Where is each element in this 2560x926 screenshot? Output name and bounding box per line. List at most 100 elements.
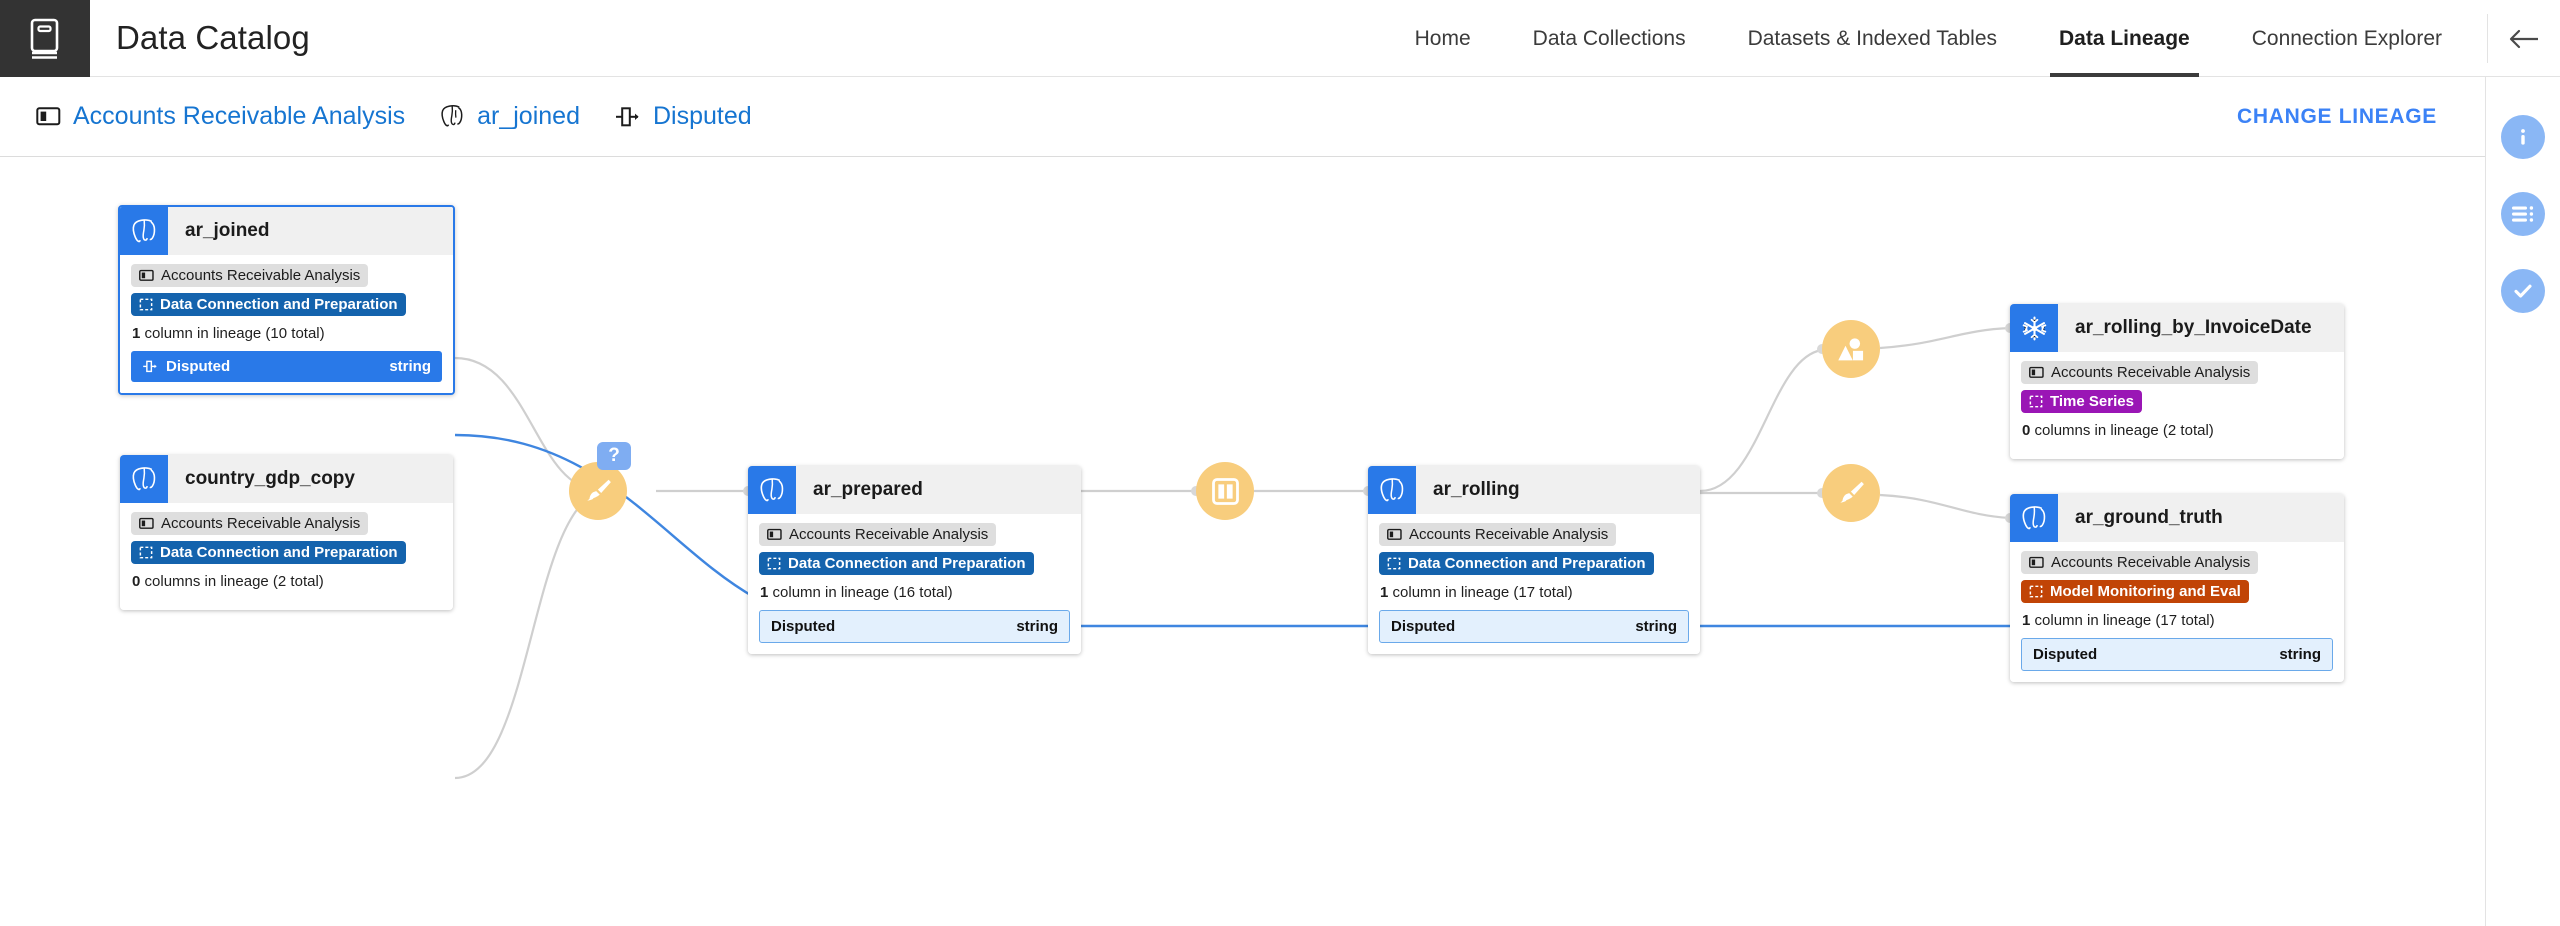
node-header: ar_prepared: [748, 466, 1081, 514]
validation-button[interactable]: [2501, 269, 2545, 313]
change-lineage-button[interactable]: CHANGE LINEAGE: [2237, 105, 2437, 129]
details-list-icon: [2512, 206, 2534, 222]
column-icon: [143, 360, 157, 373]
collection-icon: [36, 106, 61, 127]
column-type: string: [2279, 646, 2321, 663]
operation-node-clean-2[interactable]: [1822, 464, 1880, 522]
node-body: Accounts Receivable Analysis Data Connec…: [120, 503, 453, 610]
node-title: country_gdp_copy: [185, 468, 355, 489]
node-collection-tag[interactable]: Accounts Receivable Analysis: [2021, 361, 2259, 384]
node-collection-tag[interactable]: Accounts Receivable Analysis: [1379, 523, 1617, 546]
lineage-node-ar-joined[interactable]: ar_joined Accounts Receivable Analysis D…: [118, 205, 455, 395]
node-collection-label: Accounts Receivable Analysis: [161, 515, 361, 532]
right-rail: [2485, 77, 2560, 926]
column-row-disputed[interactable]: Disputed string: [759, 610, 1070, 643]
operation-node-clean-1[interactable]: ?: [569, 442, 631, 520]
lineage-count-text: column in lineage (17 total): [2034, 612, 2215, 629]
node-collection-label: Accounts Receivable Analysis: [789, 526, 989, 543]
paintbrush-icon: [1839, 481, 1864, 503]
nav-item-home[interactable]: Home: [1384, 0, 1502, 77]
node-collection-tag[interactable]: Accounts Receivable Analysis: [131, 264, 369, 287]
node-stage-label: Data Connection and Preparation: [1408, 555, 1646, 572]
app-title: Data Catalog: [116, 19, 310, 56]
column-row-disputed[interactable]: Disputed string: [131, 351, 442, 382]
node-lineage-count: 1 column in lineage (16 total): [760, 584, 1070, 601]
operation-node-columns-1[interactable]: [1196, 462, 1254, 520]
node-body: Accounts Receivable Analysis Data Connec…: [748, 514, 1081, 654]
node-header: ar_rolling: [1368, 466, 1700, 514]
breadcrumb-item-column[interactable]: Disputed: [614, 102, 752, 131]
collection-icon: [2029, 366, 2044, 378]
column-type: string: [1635, 618, 1677, 635]
node-collection-tag[interactable]: Accounts Receivable Analysis: [131, 512, 369, 535]
collection-icon: [139, 269, 154, 281]
collection-icon: [1387, 528, 1402, 540]
postgresql-icon: [748, 466, 796, 514]
column-name: Disputed: [771, 618, 836, 635]
nav-item-data-lineage[interactable]: Data Lineage: [2028, 0, 2221, 77]
nav-item-datasets-indexed-tables[interactable]: Datasets & Indexed Tables: [1717, 0, 2028, 77]
column-name-wrap: Disputed: [1391, 618, 1455, 635]
lineage-count-text: columns in lineage (2 total): [2034, 422, 2214, 439]
node-stage-tag[interactable]: Data Connection and Preparation: [1379, 552, 1654, 575]
lineage-node-ar-rolling-by-invoicedate[interactable]: ar_rolling_by_InvoiceDate Accounts Recei…: [2010, 304, 2344, 459]
node-header: country_gdp_copy: [120, 455, 453, 503]
node-stage-tag[interactable]: Model Monitoring and Eval: [2021, 580, 2249, 603]
column-name-wrap: Disputed: [142, 358, 230, 375]
lineage-count-text: column in lineage (10 total): [144, 325, 325, 342]
paintbrush-icon: [586, 479, 611, 501]
node-body: Accounts Receivable Analysis Time Series…: [2010, 352, 2344, 459]
details-button[interactable]: [2501, 192, 2545, 236]
column-name-wrap: Disputed: [771, 618, 835, 635]
lineage-node-ar-ground-truth[interactable]: ar_ground_truth Accounts Receivable Anal…: [2010, 494, 2344, 682]
stage-icon: [767, 557, 781, 570]
node-header: ar_joined: [120, 207, 453, 255]
node-collection-tag[interactable]: Accounts Receivable Analysis: [759, 523, 997, 546]
node-stage-tag[interactable]: Data Connection and Preparation: [759, 552, 1034, 575]
lineage-node-ar-rolling[interactable]: ar_rolling Accounts Receivable Analysis …: [1368, 466, 1700, 654]
lineage-node-ar-prepared[interactable]: ar_prepared Accounts Receivable Analysis…: [748, 466, 1081, 654]
postgresql-icon: [1368, 466, 1416, 514]
lineage-count-text: column in lineage (16 total): [772, 584, 953, 601]
info-icon: [2521, 129, 2525, 145]
node-stage-label: Data Connection and Preparation: [160, 544, 398, 561]
info-button[interactable]: [2501, 115, 2545, 159]
postgresql-icon: [2010, 494, 2058, 542]
node-lineage-count: 1 column in lineage (10 total): [132, 325, 442, 342]
column-name: Disputed: [2033, 646, 2098, 663]
node-title: ar_joined: [185, 220, 270, 241]
stage-icon: [2029, 395, 2043, 408]
shapes-icon: [1837, 337, 1863, 360]
postgresql-icon: [120, 455, 168, 503]
node-collection-tag[interactable]: Accounts Receivable Analysis: [2021, 551, 2259, 574]
breadcrumb-item-collection[interactable]: Accounts Receivable Analysis: [36, 102, 405, 131]
column-row-disputed[interactable]: Disputed string: [1379, 610, 1689, 643]
operation-badge[interactable]: ?: [597, 442, 631, 470]
node-stage-tag[interactable]: Data Connection and Preparation: [131, 541, 406, 564]
breadcrumb-item-table[interactable]: ar_joined: [439, 102, 580, 131]
lineage-node-country-gdp-copy[interactable]: country_gdp_copy Accounts Receivable Ana…: [120, 455, 453, 610]
operation-node-shapes-1[interactable]: [1822, 320, 1880, 378]
lineage-canvas[interactable]: ar_joined Accounts Receivable Analysis D…: [0, 158, 2485, 926]
node-lineage-count: 0 columns in lineage (2 total): [132, 573, 442, 590]
node-stage-tag[interactable]: Data Connection and Preparation: [131, 293, 406, 316]
lineage-count-number: 1: [760, 584, 769, 601]
stage-icon: [1387, 557, 1401, 570]
catalog-book-icon: [30, 18, 59, 59]
node-collection-label: Accounts Receivable Analysis: [1409, 526, 1609, 543]
nav-item-data-collections[interactable]: Data Collections: [1502, 0, 1717, 77]
postgresql-icon: [120, 207, 168, 255]
app-logo[interactable]: [0, 0, 90, 77]
breadcrumb-label-collection: Accounts Receivable Analysis: [73, 102, 406, 130]
column-type: string: [389, 358, 431, 375]
lineage-count-number: 0: [2022, 422, 2031, 439]
lineage-count-text: columns in lineage (2 total): [144, 573, 324, 590]
collapse-panel-button[interactable]: [2488, 0, 2560, 77]
column-type: string: [1016, 618, 1058, 635]
node-title: ar_prepared: [813, 479, 923, 500]
nav-item-connection-explorer[interactable]: Connection Explorer: [2221, 0, 2473, 77]
column-icon: [614, 106, 641, 128]
node-stage-label: Data Connection and Preparation: [160, 296, 398, 313]
column-row-disputed[interactable]: Disputed string: [2021, 638, 2333, 671]
node-stage-tag[interactable]: Time Series: [2021, 390, 2142, 413]
